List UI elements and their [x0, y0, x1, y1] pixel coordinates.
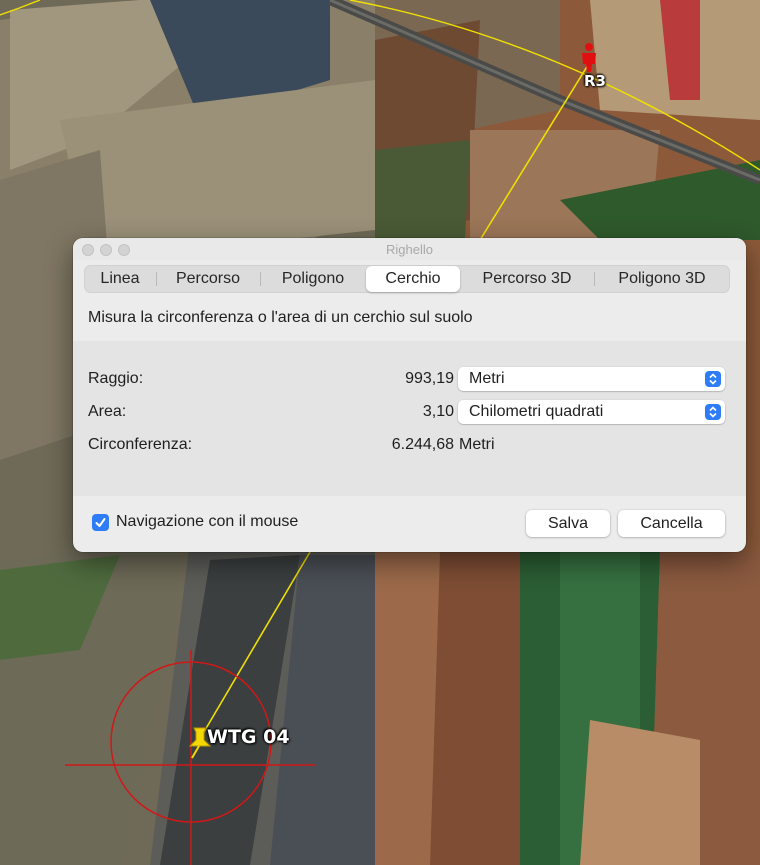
- radius-label: Raggio:: [88, 370, 144, 387]
- tab-bar: Linea Percorso Poligono Cerchio Percorso…: [84, 265, 730, 293]
- area-unit-select[interactable]: Chilometri quadrati: [458, 400, 725, 424]
- save-button[interactable]: Salva: [526, 510, 610, 537]
- radius-value: 993,19: [405, 370, 454, 387]
- mouse-navigation-checkbox[interactable]: [92, 514, 109, 531]
- mouse-navigation-label[interactable]: Navigazione con il mouse: [116, 513, 298, 531]
- map-label-r3: R3: [584, 72, 606, 90]
- tab-percorso[interactable]: Percorso: [156, 266, 260, 292]
- radius-unit-select[interactable]: Metri: [458, 367, 725, 391]
- circumference-value: 6.244,68: [391, 436, 454, 453]
- chevron-updown-icon: [705, 371, 721, 387]
- area-value: 3,10: [422, 403, 454, 420]
- window-title: Righello: [386, 242, 433, 257]
- tab-cerchio[interactable]: Cerchio: [366, 266, 460, 292]
- tab-linea[interactable]: Linea: [84, 266, 156, 292]
- chevron-updown-icon: [705, 404, 721, 420]
- titlebar[interactable]: Righello: [73, 238, 746, 260]
- circumference-unit: Metri: [459, 436, 495, 453]
- ruler-dialog: Righello Linea Percorso Poligono Cerchio…: [73, 238, 746, 552]
- person-marker-icon[interactable]: [578, 42, 600, 72]
- measurement-panel: Raggio: 993,19 Metri Area: 3,10 Chilomet…: [73, 341, 746, 496]
- tab-percorso-3d[interactable]: Percorso 3D: [460, 266, 594, 292]
- tab-poligono-3d[interactable]: Poligono 3D: [594, 266, 730, 292]
- map-label-wtg: WTG 04: [207, 726, 290, 748]
- description-text: Misura la circonferenza o l'area di un c…: [88, 309, 473, 326]
- area-label: Area:: [88, 403, 127, 420]
- checkmark-icon: [95, 518, 106, 527]
- circumference-label: Circonferenza:: [88, 436, 193, 453]
- radius-unit-value: Metri: [469, 370, 505, 387]
- cancel-button[interactable]: Cancella: [618, 510, 725, 537]
- area-unit-value: Chilometri quadrati: [469, 403, 604, 420]
- tab-poligono[interactable]: Poligono: [260, 266, 366, 292]
